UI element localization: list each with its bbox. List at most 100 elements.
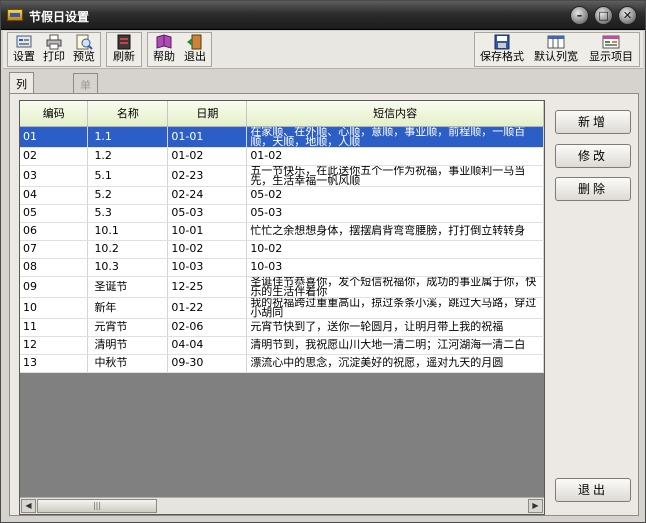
- cell-date: 01-01: [167, 126, 248, 148]
- default-column-width-label: 默认列宽: [534, 50, 578, 63]
- cell-code: 06: [20, 222, 89, 241]
- toolbar-group-view: 保存格式 默认列宽 显示项目: [474, 32, 640, 67]
- cell-name: 元宵节: [87, 318, 169, 337]
- cell-code: 04: [20, 186, 89, 205]
- cell-name: 1.1: [87, 126, 169, 148]
- table-row[interactable]: 09 圣诞节 12-25 圣诞佳节恭喜你，发个短信祝福你，成功的事业属于你，快乐的生活…: [20, 276, 544, 298]
- cell-date: 10-03: [167, 258, 248, 277]
- cell-code: 09: [20, 276, 89, 298]
- toolbar-group-help: 帮助 退出: [147, 32, 212, 67]
- table-row[interactable]: 08 10.3 10-03 10-03: [20, 258, 544, 277]
- settings-label: 设置: [13, 50, 35, 63]
- cell-name: 10.2: [87, 240, 169, 259]
- refresh-label: 刷新: [113, 50, 135, 63]
- cell-name: 5.3: [87, 204, 169, 223]
- cell-date: 02-23: [167, 165, 248, 187]
- table-body: 01 1.1 01-01 在家顺、在外顺、心顺，意顺，事业顺，前程顺，一顺百顺，天顺，…: [20, 126, 544, 373]
- column-width-icon: [547, 35, 565, 49]
- table-row[interactable]: 04 5.2 02-24 05-02: [20, 186, 544, 205]
- column-header-code[interactable]: 编码: [20, 101, 89, 127]
- save-format-button[interactable]: 保存格式: [476, 34, 528, 66]
- display-items-icon: [602, 35, 620, 49]
- scroll-right-arrow[interactable]: ▶: [528, 499, 543, 513]
- cell-code: 03: [20, 165, 89, 187]
- help-book-icon: [156, 34, 172, 49]
- print-label: 打印: [43, 50, 65, 63]
- holiday-grid: 编码 名称 日期 短信内容 01 1.1 01-01 在家顺、在外顺、心顺，意顺，事业…: [19, 100, 545, 515]
- default-column-width-button[interactable]: 默认列宽: [530, 34, 582, 66]
- cell-content: 05-02: [246, 186, 544, 205]
- holiday-table: 编码 名称 日期 短信内容 01 1.1 01-01 在家顺、在外顺、心顺，意顺，事业…: [20, 101, 544, 373]
- cell-name: 5.2: [87, 186, 169, 205]
- cell-name: 清明节: [87, 336, 169, 355]
- cell-content: 在家顺、在外顺、心顺，意顺，事业顺，前程顺，一顺百顺，天顺，地顺，人顺: [246, 126, 544, 148]
- cell-code: 13: [20, 354, 89, 373]
- delete-button[interactable]: 删除: [555, 177, 631, 201]
- cell-name: 10.1: [87, 222, 169, 241]
- cell-content: 10-03: [246, 258, 544, 277]
- refresh-button[interactable]: 刷新: [109, 34, 139, 66]
- cell-content: 05-03: [246, 204, 544, 223]
- table-row[interactable]: 11 元宵节 02-06 元宵节快到了，送你一轮圆月，让明月带上我的祝福: [20, 318, 544, 337]
- table-row[interactable]: 07 10.2 10-02 10-02: [20, 240, 544, 259]
- table-row[interactable]: 03 5.1 02-23 五一节快乐，在此送你五个一作为祝福，事业顺利一马当先，生活幸…: [20, 165, 544, 187]
- cell-name: 10.3: [87, 258, 169, 277]
- table-row[interactable]: 05 5.3 05-03 05-03: [20, 204, 544, 223]
- cell-content: 五一节快乐，在此送你五个一作为祝福，事业顺利一马当先，生活幸福一帆风顺: [246, 165, 544, 187]
- toolbar-group-refresh: 刷新: [106, 32, 142, 67]
- toolbar-group-file: 设置 打印 预览: [7, 32, 101, 67]
- cell-date: 02-06: [167, 318, 248, 337]
- title-bar[interactable]: 节假日设置 – □ ✕: [1, 1, 645, 30]
- cell-code: 08: [20, 258, 89, 277]
- edit-button[interactable]: 修改: [555, 144, 631, 168]
- cell-date: 02-24: [167, 186, 248, 205]
- cell-name: 中秋节: [87, 354, 169, 373]
- cell-content: 清明节到，我祝愿山川大地一清二明；江河湖海一清二白: [246, 336, 544, 355]
- preview-label: 预览: [73, 50, 95, 63]
- display-items-button[interactable]: 显示项目: [585, 34, 637, 66]
- settings-button[interactable]: 设置: [10, 34, 38, 66]
- table-row[interactable]: 10 新年 01-22 我的祝福跨过重重高山，掠过条条小溪，跳过大马路，穿过小胡同: [20, 297, 544, 319]
- cell-date: 12-25: [167, 276, 248, 298]
- table-row[interactable]: 06 10.1 10-01 忙忙之余想想身体，摆摆肩背弯弯腰膀，打打倒立转转身: [20, 222, 544, 241]
- exit-label: 退出: [184, 50, 206, 63]
- cell-code: 10: [20, 297, 89, 319]
- maximize-button[interactable]: □: [594, 6, 613, 25]
- cell-date: 05-03: [167, 204, 248, 223]
- column-header-content[interactable]: 短信内容: [246, 101, 544, 127]
- table-header-row: 编码 名称 日期 短信内容: [20, 101, 544, 127]
- cell-date: 04-04: [167, 336, 248, 355]
- cell-content: 漂流心中的思念，沉淀美好的祝愿，遥对九天的月圆: [246, 354, 544, 373]
- cell-code: 12: [20, 336, 89, 355]
- tab-single-view[interactable]: 单张视图: [73, 73, 98, 140]
- refresh-icon: [117, 34, 131, 50]
- exit-button[interactable]: 退出: [555, 478, 631, 502]
- cell-code: 02: [20, 147, 89, 166]
- table-row[interactable]: 02 1.2 01-02 01-02: [20, 147, 544, 166]
- help-button[interactable]: 帮助: [150, 34, 178, 66]
- horizontal-scrollbar[interactable]: ◀ ||| ▶: [20, 497, 544, 514]
- cell-code: 05: [20, 204, 89, 223]
- exit-toolbar-button[interactable]: 退出: [181, 34, 209, 66]
- close-button[interactable]: ✕: [618, 6, 637, 25]
- cell-code: 07: [20, 240, 89, 259]
- settings-icon: [16, 35, 32, 48]
- table-row[interactable]: 12 清明节 04-04 清明节到，我祝愿山川大地一清二明；江河湖海一清二白: [20, 336, 544, 355]
- scroll-left-arrow[interactable]: ◀: [21, 499, 36, 513]
- minimize-button[interactable]: –: [570, 6, 589, 25]
- print-button[interactable]: 打印: [40, 34, 68, 66]
- column-header-name[interactable]: 名称: [87, 101, 169, 127]
- cell-name: 圣诞节: [87, 276, 169, 298]
- scroll-thumb[interactable]: |||: [37, 499, 157, 513]
- list-view-panel: 编码 名称 日期 短信内容 01 1.1 01-01 在家顺、在外顺、心顺，意顺，事业…: [9, 93, 639, 516]
- preview-button[interactable]: 预览: [70, 34, 98, 66]
- add-button[interactable]: 新增: [555, 110, 631, 134]
- cell-date: 01-22: [167, 297, 248, 319]
- cell-content: 圣诞佳节恭喜你，发个短信祝福你，成功的事业属于你，快乐的生活伴着你: [246, 276, 544, 298]
- table-row[interactable]: 13 中秋节 09-30 漂流心中的思念，沉淀美好的祝愿，遥对九天的月圆: [20, 354, 544, 373]
- cell-content: 我的祝福跨过重重高山，掠过条条小溪，跳过大马路，穿过小胡同: [246, 297, 544, 319]
- tab-list-view[interactable]: 列表视图: [9, 72, 34, 139]
- cell-date: 01-02: [167, 147, 248, 166]
- table-row[interactable]: 01 1.1 01-01 在家顺、在外顺、心顺，意顺，事业顺，前程顺，一顺百顺，天顺，…: [20, 126, 544, 148]
- column-header-date[interactable]: 日期: [167, 101, 248, 127]
